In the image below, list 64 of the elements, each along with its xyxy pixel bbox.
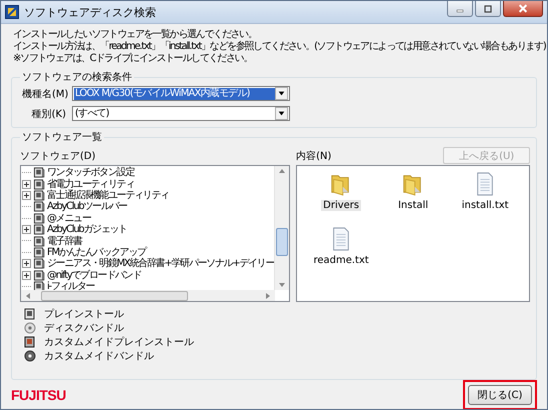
close-button[interactable] [503, 1, 543, 17]
legend-label: カスタムメイドプレインストール [44, 336, 194, 349]
expand-icon[interactable] [22, 190, 31, 200]
group-title: ソフトウェアの検索条件 [21, 70, 133, 84]
expand-icon[interactable] [22, 225, 31, 234]
instruction-text: インストール方法は、「readme.txt」「install.txt」などを参照してください。(ソフトウェアによっては用意されていない場合もあります) [13, 41, 546, 52]
panel-label: 内容(N) [296, 150, 332, 162]
expand-icon[interactable] [22, 270, 31, 280]
tree-item[interactable]: @メニュー [47, 212, 91, 224]
package-icon [33, 246, 45, 258]
package-icon [33, 224, 45, 236]
file-name[interactable]: Drivers [321, 200, 362, 211]
package-icon [33, 258, 45, 270]
instruction-text: ※ソフトウェアは、Cドライブにインストールしてください。 [13, 53, 252, 65]
instruction-text: インストールしたいソフトウェアを一覧から選んでください。 [13, 29, 257, 40]
legend-label: プレインストール [44, 308, 124, 321]
tree-item[interactable]: AzbyClubツールバー [47, 201, 127, 212]
window-title: ソフトウェアディスク検索 [24, 4, 157, 20]
disc-icon [24, 322, 36, 334]
dropdown[interactable]: (すべて) [72, 106, 290, 121]
horizontal-scrollbar[interactable] [21, 290, 276, 301]
package-icon [33, 270, 45, 281]
package-icon [33, 212, 45, 224]
field-label: 種別(K) [30, 108, 66, 120]
expand-icon[interactable] [22, 259, 31, 268]
vertical-scrollbar[interactable] [274, 166, 290, 290]
tree-item[interactable]: AzbyClubガジェット [47, 224, 127, 236]
package-icon [24, 308, 36, 320]
legend-label: ディスクバンドル [44, 322, 124, 335]
package-icon [33, 281, 45, 290]
file-name[interactable]: Install [396, 200, 430, 211]
app-icon [5, 5, 19, 19]
tree-item[interactable]: 富士通拡張機能ユーティリティ [47, 190, 169, 201]
scroll-up-icon[interactable] [278, 168, 286, 174]
scroll-right-icon[interactable] [265, 292, 272, 300]
scroll-thumb[interactable] [276, 228, 288, 256]
tree-item[interactable]: ジーニアス・明鏡MX統合辞書+学研パーソナル+デイリー [47, 258, 274, 270]
brand-logo: FUJITSU [11, 387, 66, 403]
package-icon [33, 236, 45, 247]
tree-item[interactable]: ワンタッチボタン設定 [47, 167, 134, 178]
maximize-icon [483, 4, 493, 12]
panel-label: ソフトウェア(D) [20, 150, 96, 162]
package-icon [24, 336, 36, 348]
file-name[interactable]: install.txt [460, 200, 511, 211]
scroll-left-icon[interactable] [25, 292, 31, 300]
group-title: ソフトウェア一覧 [21, 131, 103, 144]
package-icon [33, 190, 45, 201]
close-dialog-button[interactable]: 閉じる(C) [468, 385, 532, 405]
tree-item[interactable]: 省電力ユーティリティ [47, 178, 134, 190]
package-icon [33, 201, 45, 212]
dropdown[interactable]: LOOX M/G30(モバイルWiMAX内蔵モデル) [72, 86, 290, 101]
tree-item[interactable]: @niftyでブロードバンド [47, 270, 142, 281]
tree-item[interactable]: FMかんたんバックアップ [47, 246, 146, 258]
scroll-down-icon[interactable] [278, 282, 286, 288]
package-icon [33, 178, 45, 190]
legend-label: カスタムメイドバンドル [44, 350, 154, 363]
close-icon [517, 4, 529, 13]
minimize-button[interactable] [447, 1, 473, 17]
disc-icon [24, 350, 36, 362]
expand-icon[interactable] [22, 180, 31, 189]
field-label: 機種名(M) [22, 88, 66, 100]
maximize-button[interactable] [475, 1, 501, 17]
file-name[interactable]: readme.txt [311, 255, 371, 266]
tree-item[interactable]: 電子辞書 [47, 236, 82, 247]
